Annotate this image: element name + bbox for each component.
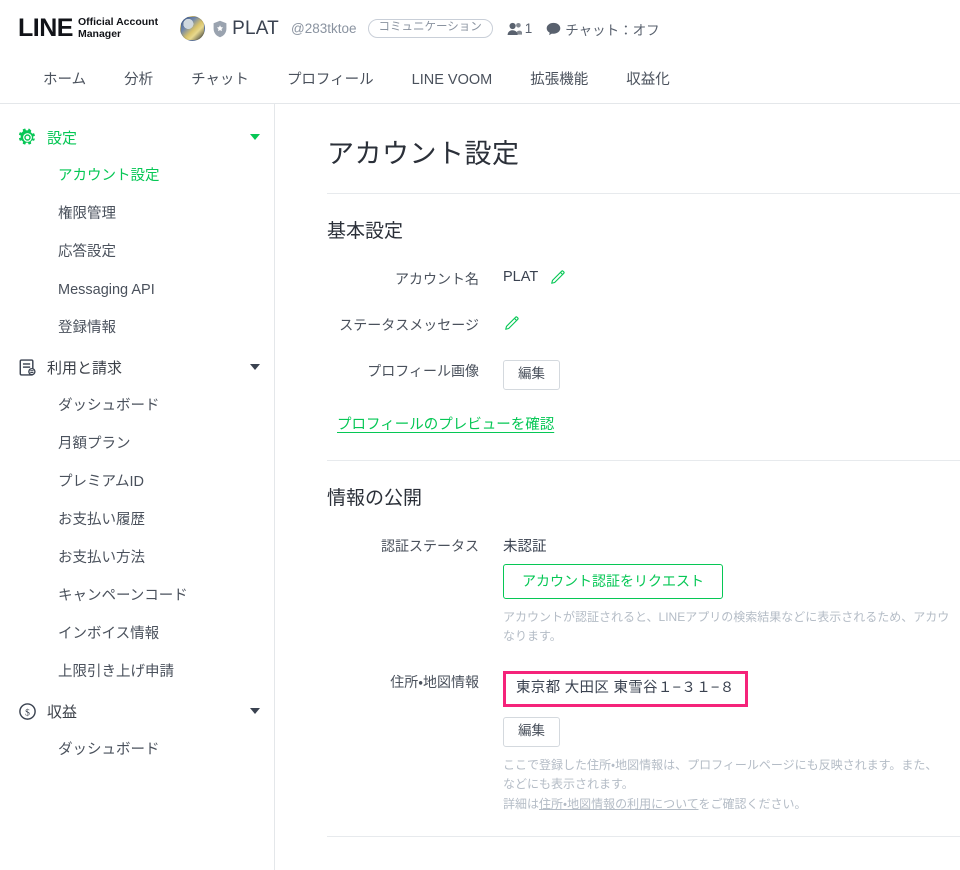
address-edit-button[interactable]: 編集 (503, 717, 560, 747)
address-helper-line-2: などにも表示されます。 (503, 777, 634, 792)
sidebar-group-label: 設定 (47, 129, 78, 147)
sidebar-item-monthly-plan[interactable]: 月額プラン (0, 425, 274, 463)
sidebar-item-limit-increase[interactable]: 上限引き上げ申請 (0, 653, 274, 691)
sidebar-item-messaging-api[interactable]: Messaging API (0, 271, 274, 309)
dollar-circle-icon: $ (19, 702, 36, 720)
address-helper-suffix: をご確認ください。 (698, 796, 807, 811)
sidebar-item-payment-method[interactable]: お支払い方法 (0, 539, 274, 577)
sidebar-item-account-settings[interactable]: アカウント設定 (0, 157, 274, 195)
row-profile-image: プロフィール画像 編集 (327, 359, 960, 390)
chevron-down-icon[interactable] (250, 364, 260, 370)
request-account-verification-button[interactable]: アカウント認証をリクエスト (503, 563, 723, 599)
sidebar-item-response-settings[interactable]: 応答設定 (0, 233, 274, 271)
profile-image-label: プロフィール画像 (367, 363, 479, 379)
friend-count-indicator: 1 (507, 21, 533, 36)
account-name-label: PLAT (232, 17, 279, 39)
account-name-value: PLAT (503, 269, 539, 285)
address-helper-line-3: 詳細は住所・地図情報の利用についてをご確認ください。 (503, 795, 960, 814)
auth-status-body: 未認証 アカウント認証をリクエスト アカウントが認証されると、LINEアプリの検… (503, 534, 960, 647)
address-helper-text: ここで登録した住所・地図情報は、プロフィールページにも反映されます。また、 など… (503, 756, 960, 814)
friends-icon (507, 22, 522, 35)
section-title-information-disclosure: 情報の公開 (327, 487, 423, 509)
main-content: アカウント設定 基本設定 アカウント名 PLAT ステータスメッセージ プロフィ… (275, 104, 960, 870)
sidebar-group-revenue[interactable]: $ 収益 (0, 691, 274, 731)
sidebar-item-permissions[interactable]: 権限管理 (0, 195, 274, 233)
profile-preview-link[interactable]: プロフィールのプレビューを確認 (337, 413, 554, 434)
address-map-usage-link[interactable]: 住所・地図情報の利用について (539, 797, 698, 811)
line-logo-subtitle: Official Account Manager (77, 15, 159, 40)
shield-badge-icon (213, 20, 227, 37)
chat-status-indicator[interactable]: チャット：オフ (546, 19, 660, 39)
chat-bubble-icon (546, 22, 561, 35)
chevron-down-icon[interactable] (250, 708, 260, 714)
pencil-edit-icon[interactable] (505, 315, 520, 335)
status-message-body (503, 313, 960, 336)
auth-status-label: 認証ステータス (381, 537, 479, 554)
page-title: アカウント設定 (327, 139, 520, 169)
page-body: 設定 アカウント設定 権限管理 応答設定 Messaging API 登録情報 … (0, 104, 960, 870)
profile-image-body: 編集 (503, 359, 960, 390)
invoice-icon (19, 358, 36, 376)
account-id-label: @283tktoe (291, 21, 357, 36)
sidebar-group-settings[interactable]: 設定 (0, 117, 274, 157)
sidebar-group-label: 収益 (47, 703, 78, 721)
address-helper-prefix: 詳細は (503, 796, 540, 811)
section-title-basic-settings: 基本設定 (327, 221, 404, 242)
account-avatar[interactable] (180, 16, 206, 41)
tab-extensions[interactable]: 拡張機能 (511, 57, 607, 103)
row-auth-status: 認証ステータス 未認証 アカウント認証をリクエスト アカウントが認証されると、L… (327, 534, 960, 647)
address-value-highlight: 東京都 大田区 東雪谷１−３１−８ (503, 670, 748, 708)
status-message-label: ステータスメッセージ (339, 317, 479, 333)
chevron-down-icon[interactable] (250, 134, 260, 140)
tab-analytics[interactable]: 分析 (105, 57, 172, 103)
bottom-divider (327, 836, 960, 838)
pencil-edit-icon[interactable] (550, 269, 566, 289)
sidebar-group-usage-and-billing[interactable]: 利用と請求 (0, 347, 274, 387)
line-logo-word: LINE (18, 14, 73, 42)
auth-status-helper-text: アカウントが認証されると、LINEアプリの検索結果などに表示されるため、アカウな… (503, 609, 950, 644)
sidebar-group-label: 利用と請求 (47, 359, 123, 377)
sidebar-navigation: 設定 アカウント設定 権限管理 応答設定 Messaging API 登録情報 … (0, 104, 275, 870)
line-official-account-manager-logo[interactable]: LINE Official Account Manager (18, 16, 158, 41)
address-map-label: 住所・地図情報 (390, 673, 479, 690)
sidebar-item-premium-id[interactable]: プレミアムID (0, 463, 274, 501)
main-navigation-tabs: ホーム 分析 チャット プロフィール LINE VOOM 拡張機能 収益化 (0, 57, 960, 104)
address-map-body: 東京都 大田区 東雪谷１−３１−８ 編集 ここで登録した住所・地図情報は、プロフ… (503, 670, 960, 814)
account-category-pill: コミュニケーション (367, 18, 493, 39)
tab-chat[interactable]: チャット (172, 57, 268, 103)
account-name-body: PLAT (503, 267, 960, 290)
gear-icon (19, 128, 35, 144)
tab-profile[interactable]: プロフィール (268, 57, 393, 103)
account-name-label: アカウント名 (395, 271, 479, 287)
sidebar-item-invoice-info[interactable]: インボイス情報 (0, 615, 274, 653)
tab-monetization[interactable]: 収益化 (607, 57, 689, 103)
top-header-bar: LINE Official Account Manager PLAT @283t… (0, 0, 960, 57)
profile-image-edit-button[interactable]: 編集 (503, 360, 560, 390)
sidebar-item-revenue-dashboard[interactable]: ダッシュボード (0, 731, 274, 769)
tab-line-voom[interactable]: LINE VOOM (393, 57, 512, 103)
friend-count-value: 1 (524, 21, 533, 36)
row-account-name: アカウント名 PLAT (327, 267, 960, 290)
sidebar-item-payment-history[interactable]: お支払い履歴 (0, 501, 274, 539)
sidebar-item-billing-dashboard[interactable]: ダッシュボード (0, 387, 274, 425)
chat-status-label: チャット：オフ (565, 22, 660, 38)
row-address-map-info: 住所・地図情報 東京都 大田区 東雪谷１−３１−８ 編集 ここで登録した住所・地… (327, 670, 960, 814)
address-helper-line-1: ここで登録した住所・地図情報は、プロフィールページにも反映されます。また、 (503, 757, 938, 772)
row-status-message: ステータスメッセージ (327, 313, 960, 336)
sidebar-item-campaign-code[interactable]: キャンペーンコード (0, 577, 274, 615)
sidebar-item-registration-info[interactable]: 登録情報 (0, 309, 274, 347)
svg-text:$: $ (25, 707, 30, 718)
title-divider (327, 193, 960, 194)
auth-status-value: 未認証 (503, 538, 547, 555)
tab-home[interactable]: ホーム (24, 57, 105, 103)
basic-section-divider (327, 459, 960, 461)
